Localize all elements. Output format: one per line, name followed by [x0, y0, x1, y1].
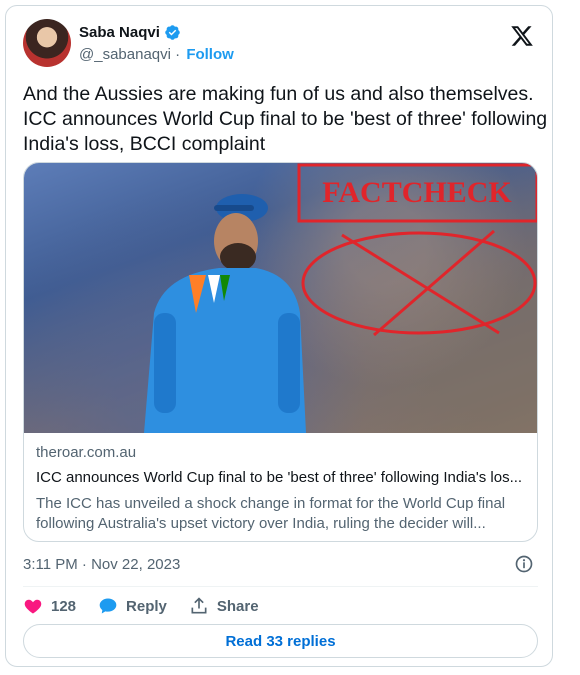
- reply-label: Reply: [126, 597, 167, 615]
- link-title[interactable]: ICC announces World Cup final to be 'bes…: [36, 469, 526, 486]
- share-label: Share: [216, 597, 259, 615]
- factcheck-stamp: FACTCHECK: [297, 163, 537, 337]
- read-replies-button[interactable]: Read 33 replies: [23, 624, 538, 658]
- info-icon[interactable]: [514, 554, 534, 574]
- author-name-row: Saba Naqvi: [79, 24, 181, 41]
- share-icon: [191, 597, 207, 614]
- timestamp[interactable]: 3:11 PM · Nov 22, 2023: [23, 556, 180, 573]
- link-preview-image[interactable]: FACTCHECK: [24, 163, 537, 433]
- separator-dot: ·: [175, 46, 185, 63]
- link-description: The ICC has unveiled a shock change in f…: [36, 495, 506, 532]
- avatar[interactable]: [23, 19, 71, 67]
- divider: [23, 586, 538, 587]
- follow-button[interactable]: Follow: [186, 46, 234, 63]
- x-logo-icon[interactable]: [510, 24, 534, 48]
- reply-button[interactable]: Reply: [98, 596, 167, 616]
- like-count: 128: [51, 597, 77, 615]
- factcheck-stamp-text: FACTCHECK: [322, 176, 512, 209]
- tweet-embed-card: Saba Naqvi @_sabanaqvi · Follow And the …: [5, 5, 553, 667]
- action-bar: 128 Reply Share: [23, 596, 259, 616]
- heart-icon: [24, 599, 42, 614]
- author-name[interactable]: Saba Naqvi: [79, 24, 160, 41]
- link-meta: theroar.com.au ICC announces World Cup f…: [36, 444, 526, 534]
- tweet-text: And the Aussies are making fun of us and…: [23, 83, 548, 155]
- handle-row: @_sabanaqvi · Follow: [79, 46, 234, 63]
- reply-bubble-icon: [99, 598, 117, 614]
- author-handle[interactable]: @_sabanaqvi: [79, 46, 171, 63]
- share-button[interactable]: Share: [189, 596, 259, 616]
- like-button[interactable]: 128: [23, 596, 76, 616]
- link-preview-card[interactable]: FACTCHECK theroar.com.au ICC announces W…: [23, 162, 538, 542]
- link-domain: theroar.com.au: [36, 444, 137, 461]
- verified-badge-icon: [165, 25, 180, 40]
